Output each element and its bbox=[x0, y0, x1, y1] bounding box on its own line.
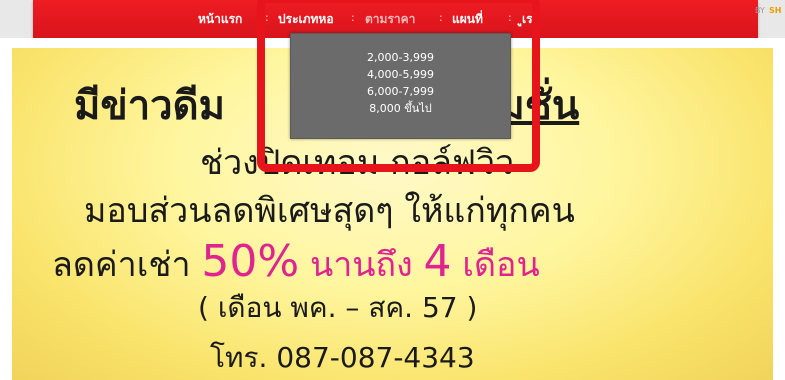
price-option-4000-5999[interactable]: 4,000-5,999 bbox=[291, 66, 510, 83]
brand-label: SH bbox=[769, 6, 782, 15]
price-option-8000-plus[interactable]: 8,000 ขึ้นไป bbox=[291, 100, 510, 117]
discount-suffix: เดือน bbox=[451, 245, 540, 285]
promo-offer: มอบส่วนลดพิเศษสุดๆ ให้แก่ทุกคน bbox=[84, 191, 575, 231]
promo-months: ( เดือน พค. – สค. 57 ) bbox=[198, 291, 478, 324]
promo-phone: โทร. 087-087-4343 bbox=[210, 341, 475, 374]
price-range-dropdown: 2,000-3,999 4,000-5,999 6,000-7,999 8,00… bbox=[290, 33, 511, 139]
by-label: BY bbox=[755, 6, 765, 15]
nav-item-by-price[interactable]: ตามราคา bbox=[365, 10, 415, 29]
nav-item-home[interactable]: หน้าแรก bbox=[198, 10, 242, 29]
nav-separator: : bbox=[265, 11, 269, 24]
price-option-6000-7999[interactable]: 6,000-7,999 bbox=[291, 83, 510, 100]
discount-percent: 50% bbox=[201, 236, 300, 287]
headline-start: มีข่าวดีม bbox=[74, 83, 225, 129]
nav-item-map[interactable]: แผนที่ bbox=[452, 10, 483, 29]
discount-mid: นานถึง bbox=[299, 245, 424, 285]
discount-months: 4 bbox=[423, 236, 452, 287]
nav-separator: : bbox=[351, 11, 355, 24]
discount-prefix: ลดค่าเช่า bbox=[52, 245, 202, 285]
powered-by-badge[interactable]: BY SH bbox=[745, 0, 785, 20]
price-range-list: 2,000-3,999 4,000-5,999 6,000-7,999 8,00… bbox=[291, 49, 510, 117]
nav-item-about[interactable]: ูเรา bbox=[522, 10, 539, 29]
price-option-2000-3999[interactable]: 2,000-3,999 bbox=[291, 49, 510, 66]
nav-item-dorm-type[interactable]: ประเภทหอ bbox=[278, 10, 334, 29]
nav-separator: : bbox=[508, 11, 512, 24]
nav-separator: : bbox=[439, 11, 443, 24]
promo-period: ช่วงปิดเทอม กอล์ฟวิว bbox=[200, 143, 515, 183]
promo-discount: ลดค่าเช่า 50% นานถึง 4 เดือน bbox=[52, 236, 540, 291]
